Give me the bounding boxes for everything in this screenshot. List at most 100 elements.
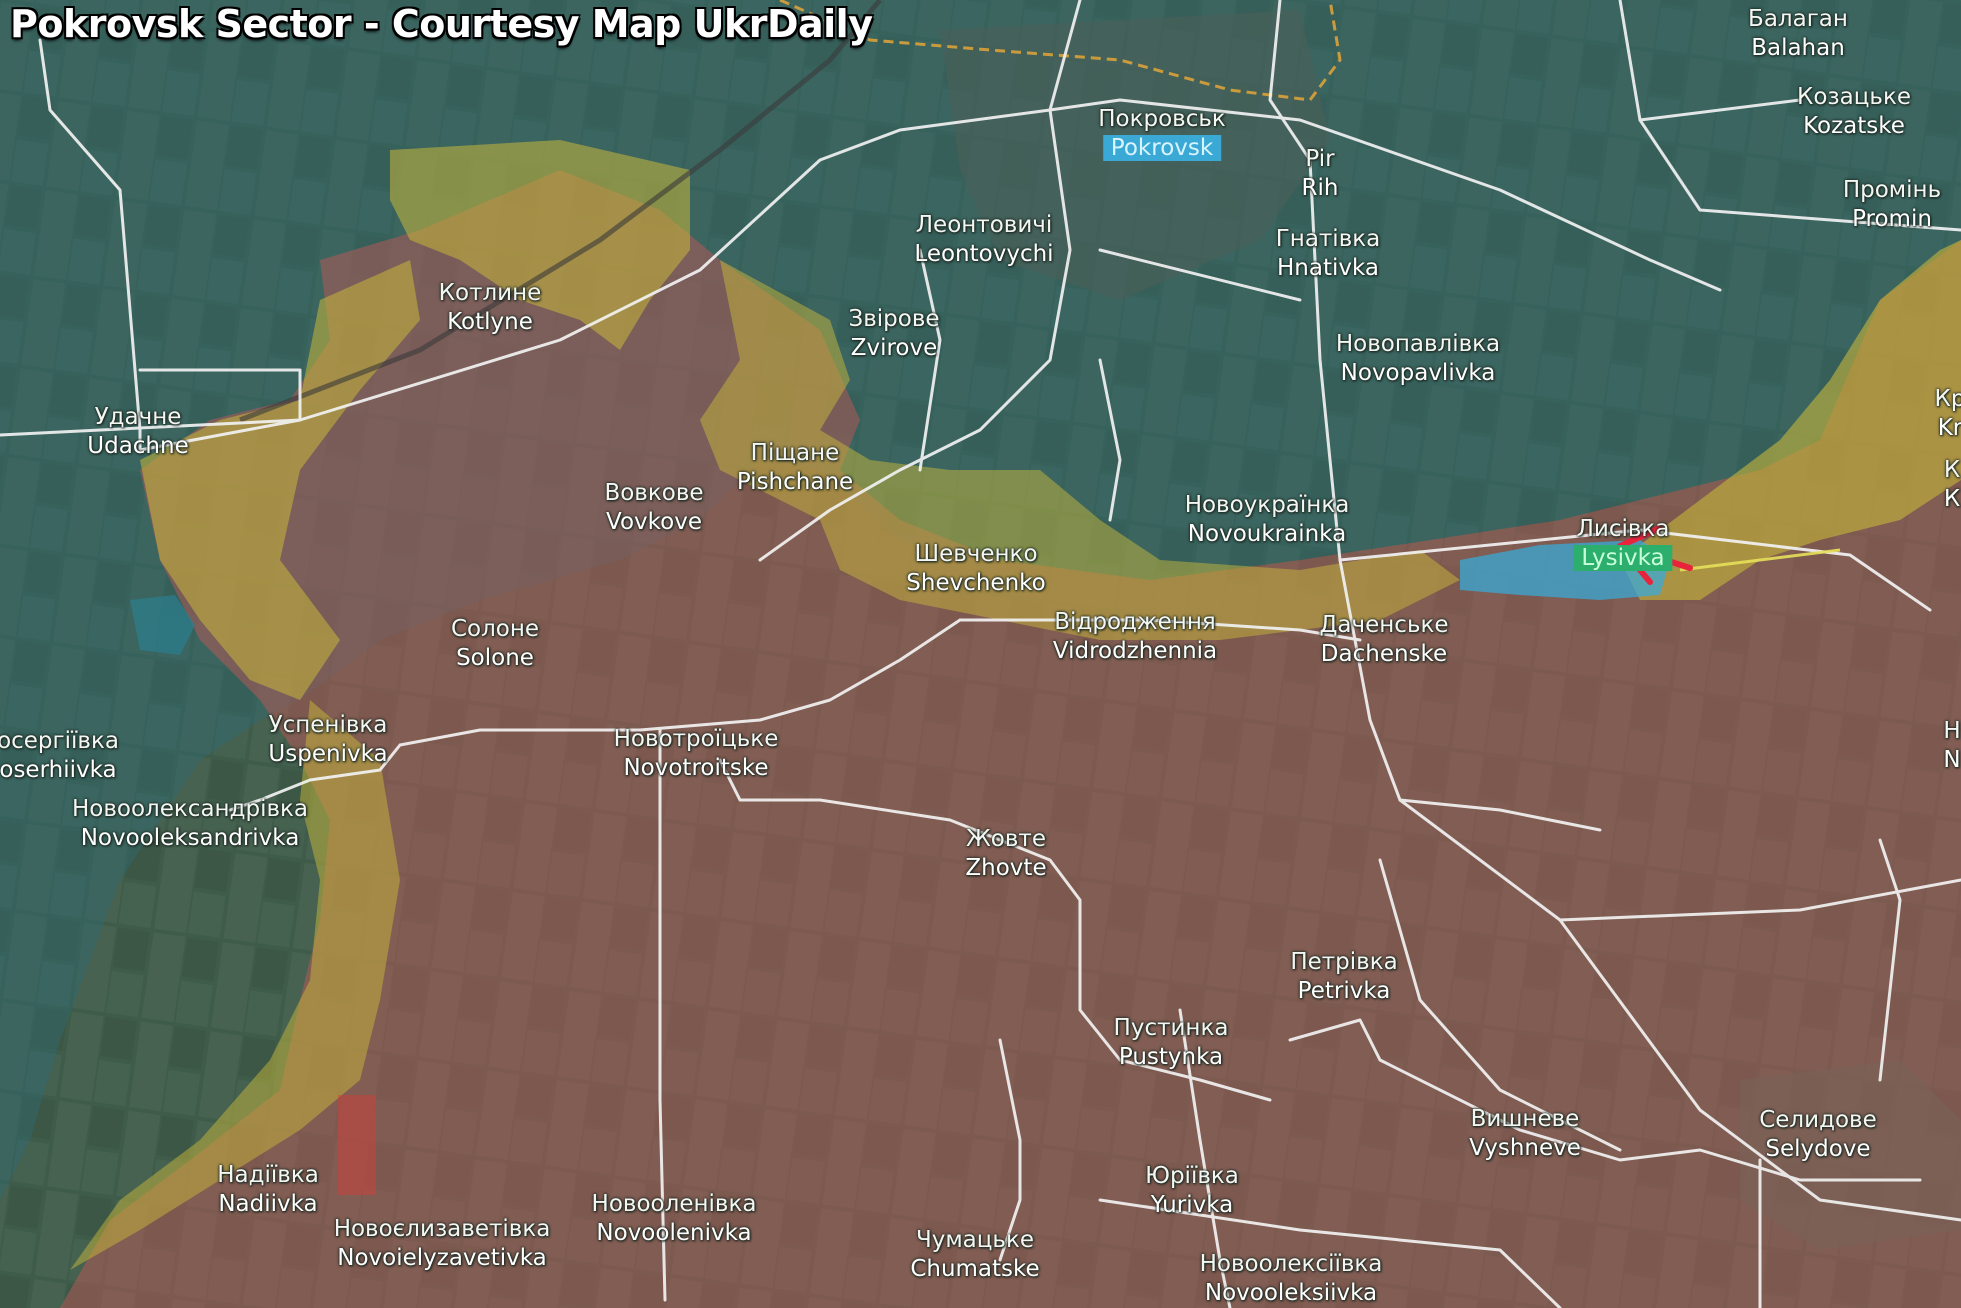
place-novooleksandrivka[interactable]: Новоолександрівка Novooleksandrivka — [72, 795, 308, 853]
place-name-cyrillic: Звірове — [848, 306, 940, 332]
place-vidrodzhennia[interactable]: Відродження Vidrodzhennia — [1053, 608, 1217, 666]
place-name-cyrillic: Новооленівка — [591, 1191, 757, 1217]
place-name-latin: Novoolenivka — [596, 1220, 752, 1246]
place-promin[interactable]: Промінь Promin — [1843, 176, 1941, 234]
place-name-cyrillic: Гнатівка — [1275, 226, 1381, 252]
place-name-latin: Petrivka — [1297, 978, 1391, 1004]
place-name-cyrillic: Новоолексіївка — [1199, 1251, 1383, 1277]
place-novooleksiivka[interactable]: Новоолексіївка Novooleksiivka — [1200, 1250, 1383, 1308]
map-title: Pokrovsk Sector - Courtesy Map UkrDaily — [10, 2, 873, 46]
place-name-latin: Uspenivka — [268, 741, 388, 767]
place-name-cyrillic: Новоєлизаветівка — [333, 1216, 551, 1242]
place-novoukrainka[interactable]: Новоукраїнка Novoukrainka — [1185, 491, 1350, 549]
place-lysivka[interactable]: Лисівка Lysivka — [1573, 515, 1673, 573]
place-k-edge[interactable]: К К — [1944, 456, 1960, 514]
place-name-latin: К — [1943, 486, 1961, 512]
place-shevchenko[interactable]: Шевченко Shevchenko — [906, 540, 1045, 598]
place-name-latin: Balahan — [1751, 35, 1845, 61]
red-strip — [338, 1095, 376, 1195]
place-name-cyrillic: Жовте — [966, 826, 1046, 852]
place-name-cyrillic: Н — [1943, 718, 1961, 744]
place-name-cyrillic: Петрівка — [1290, 949, 1398, 975]
place-leontovychi[interactable]: Леонтовичі Leontovychi — [914, 211, 1053, 269]
place-name-cyrillic: осергіївка — [0, 728, 119, 754]
place-zhovte[interactable]: Жовте Zhovte — [965, 825, 1046, 883]
place-name-latin: Novopavlivka — [1340, 360, 1496, 386]
place-solone[interactable]: Солоне Solone — [451, 615, 539, 673]
place-hnativka[interactable]: Гнатівка Hnativka — [1276, 225, 1381, 283]
place-balahan[interactable]: Балаган Balahan — [1748, 5, 1848, 63]
place-kozatske[interactable]: Козацьке Kozatske — [1797, 83, 1911, 141]
place-name-latin: Lysivka — [1573, 545, 1673, 571]
place-nadiivka[interactable]: Надіївка Nadiivka — [217, 1161, 319, 1219]
place-novopavlivka[interactable]: Новопавлівка Novopavlivka — [1336, 330, 1500, 388]
place-yurivka[interactable]: Юріївка Yurivka — [1145, 1162, 1239, 1220]
place-name-latin: Zhovte — [965, 855, 1047, 881]
place-name-latin: Yurivka — [1150, 1192, 1234, 1218]
place-name-latin: Vovkove — [606, 509, 702, 535]
place-name-cyrillic: Новоолександрівка — [71, 796, 309, 822]
place-name-cyrillic: Чумацьке — [915, 1227, 1035, 1253]
place-name-latin: Vyshneve — [1469, 1135, 1581, 1161]
place-name-latin: Leontovychi — [914, 241, 1054, 267]
place-n-edge[interactable]: Н N — [1943, 717, 1960, 775]
place-name-cyrillic: Даченське — [1319, 612, 1449, 638]
place-name-latin: Pishchane — [736, 469, 854, 495]
place-name-cyrillic: Лисівка — [1576, 516, 1670, 542]
place-name-latin: oserhiivka — [0, 757, 117, 783]
place-name-latin: Rih — [1301, 175, 1339, 201]
place-name-cyrillic: Промінь — [1842, 177, 1942, 203]
place-name-latin: Novoielyzavetivka — [337, 1245, 547, 1271]
place-name-latin: Hnativka — [1277, 255, 1379, 281]
place-name-cyrillic: Кр — [1934, 386, 1961, 412]
place-name-latin: Dachenske — [1320, 641, 1448, 667]
place-name-latin: Vidrodzhennia — [1052, 638, 1218, 664]
place-name-latin: Novooleksiivka — [1204, 1280, 1378, 1306]
place-name-latin: Novooleksandrivka — [80, 825, 300, 851]
place-name-cyrillic: Покровськ — [1098, 106, 1226, 132]
place-pokrovsk[interactable]: Покровськ Pokrovsk — [1098, 105, 1226, 163]
place-kr-edge[interactable]: Кр Kr — [1935, 385, 1961, 443]
place-name-latin: Selydove — [1765, 1136, 1871, 1162]
place-name-cyrillic: Котлине — [438, 280, 542, 306]
place-udachne[interactable]: Удачне Udachne — [87, 403, 188, 461]
place-pishchane[interactable]: Піщане Pishchane — [737, 439, 853, 497]
place-uspenivka[interactable]: Успенівка Uspenivka — [268, 711, 387, 769]
place-vyshneve[interactable]: Вишневе Vyshneve — [1469, 1105, 1581, 1163]
place-name-latin: Udachne — [87, 433, 189, 459]
place-name-cyrillic: Надіївка — [217, 1162, 319, 1188]
place-kotlyne[interactable]: Котлине Kotlyne — [439, 279, 542, 337]
place-name-cyrillic: Козацьке — [1797, 84, 1911, 110]
place-name-latin: Promin — [1852, 206, 1932, 232]
place-novoolenivka[interactable]: Новооленівка Novoolenivka — [592, 1190, 757, 1248]
place-name-cyrillic: Успенівка — [268, 712, 388, 738]
place-novotroitske[interactable]: Новотроїцьке Novotroitske — [614, 725, 779, 783]
place-novoserhiivka[interactable]: осергіївка oserhiivka — [0, 727, 119, 785]
place-chumatske[interactable]: Чумацьке Chumatske — [910, 1226, 1039, 1284]
place-name-cyrillic: Піщане — [750, 440, 840, 466]
place-dachenske[interactable]: Даченське Dachenske — [1319, 611, 1448, 669]
place-vovkove[interactable]: Вовкове Vovkove — [604, 479, 703, 537]
map-view[interactable]: Pokrovsk Sector - Courtesy Map UkrDaily … — [0, 0, 1961, 1308]
place-name-cyrillic: Шевченко — [914, 541, 1038, 567]
place-name-latin: Zvirove — [850, 335, 938, 361]
place-name-latin: Kozatske — [1803, 113, 1905, 139]
place-novoielyzavetivka[interactable]: Новоєлизаветівка Novoielyzavetivka — [334, 1215, 551, 1273]
place-name-latin: Nadiivka — [218, 1191, 318, 1217]
place-rih[interactable]: Pir Rih — [1302, 145, 1339, 203]
place-name-latin: Solone — [456, 645, 534, 671]
place-name-cyrillic: Відродження — [1054, 609, 1216, 635]
place-petrivka[interactable]: Петрівка Petrivka — [1290, 948, 1397, 1006]
place-name-cyrillic: Юріївка — [1145, 1163, 1239, 1189]
place-pustynka[interactable]: Пустинка Pustynka — [1114, 1014, 1229, 1072]
place-selydove[interactable]: Селидове Selydove — [1759, 1106, 1877, 1164]
place-name-cyrillic: Балаган — [1748, 6, 1848, 32]
place-name-cyrillic: Новоукраїнка — [1184, 492, 1350, 518]
place-name-cyrillic: Вишневе — [1470, 1106, 1580, 1132]
place-name-cyrillic: Солоне — [450, 616, 540, 642]
place-name-cyrillic: Леонтовичі — [915, 212, 1053, 238]
place-zvirove[interactable]: Звірове Zvirove — [848, 305, 939, 363]
place-name-latin: N — [1943, 747, 1961, 773]
place-name-latin: Novotroitske — [623, 755, 769, 781]
place-name-cyrillic: К — [1943, 457, 1961, 483]
